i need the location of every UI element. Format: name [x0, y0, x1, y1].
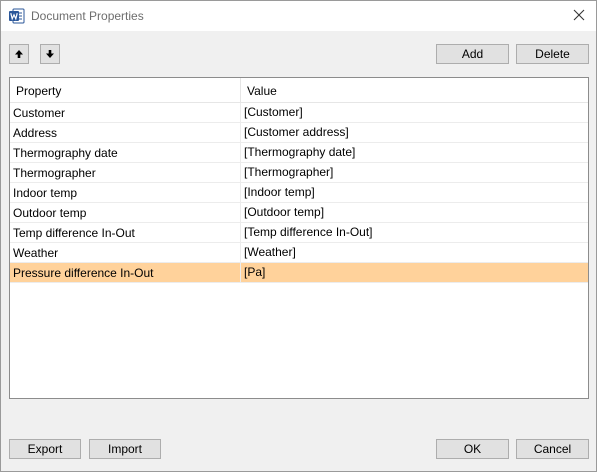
value-cell[interactable]: [Customer address] — [244, 125, 349, 139]
table-row[interactable]: Customer [Customer] — [10, 103, 588, 123]
value-cell[interactable]: [Weather] — [244, 245, 296, 259]
property-cell[interactable]: Customer — [13, 106, 65, 120]
cell-divider — [240, 243, 241, 262]
property-cell[interactable]: Indoor temp — [13, 186, 77, 200]
document-properties-dialog: Document Properties Add Delete Property … — [0, 0, 597, 472]
table-row[interactable]: Weather [Weather] — [10, 243, 588, 263]
table-row[interactable]: Outdoor temp [Outdoor temp] — [10, 203, 588, 223]
ok-button[interactable]: OK — [436, 439, 509, 459]
close-button[interactable] — [562, 1, 596, 31]
grid-header: Property Value — [10, 78, 588, 103]
export-button[interactable]: Export — [9, 439, 81, 459]
cancel-button[interactable]: Cancel — [516, 439, 589, 459]
column-divider[interactable] — [240, 78, 241, 102]
grid-rows: Customer [Customer] Address [Customer addre… — [10, 103, 588, 283]
properties-grid: Property Value Customer [Customer] Address… — [9, 77, 589, 399]
table-row[interactable]: Address [Customer address] — [10, 123, 588, 143]
column-header-value[interactable]: Value — [247, 84, 277, 98]
move-up-button[interactable] — [9, 44, 29, 64]
cell-divider — [240, 143, 241, 162]
cell-divider — [240, 183, 241, 202]
cell-divider — [240, 263, 241, 282]
table-row[interactable]: Pressure difference In-Out [Pa] — [10, 263, 588, 283]
move-down-button[interactable] — [40, 44, 60, 64]
cell-divider — [240, 223, 241, 242]
window-title: Document Properties — [31, 9, 144, 23]
value-cell[interactable]: [Outdoor temp] — [244, 205, 324, 219]
value-cell[interactable]: [Thermography date] — [244, 145, 355, 159]
property-cell[interactable]: Pressure difference In-Out — [13, 266, 154, 280]
property-cell[interactable]: Thermography date — [13, 146, 118, 160]
property-cell[interactable]: Weather — [13, 246, 58, 260]
property-cell[interactable]: Thermographer — [13, 166, 96, 180]
arrow-up-icon — [14, 49, 24, 59]
cell-divider — [240, 123, 241, 142]
import-button[interactable]: Import — [89, 439, 161, 459]
cell-divider — [240, 163, 241, 182]
value-cell[interactable]: [Indoor temp] — [244, 185, 315, 199]
table-row[interactable]: Thermographer [Thermographer] — [10, 163, 588, 183]
column-header-property[interactable]: Property — [16, 84, 61, 98]
add-button[interactable]: Add — [436, 44, 509, 64]
table-row[interactable]: Thermography date [Thermography date] — [10, 143, 588, 163]
value-cell[interactable]: [Temp difference In-Out] — [244, 225, 373, 239]
property-cell[interactable]: Temp difference In-Out — [13, 226, 135, 240]
close-icon — [573, 9, 585, 24]
value-cell[interactable]: [Thermographer] — [244, 165, 333, 179]
cell-divider — [240, 103, 241, 122]
table-row[interactable]: Temp difference In-Out [Temp difference I… — [10, 223, 588, 243]
property-cell[interactable]: Address — [13, 126, 57, 140]
table-row[interactable]: Indoor temp [Indoor temp] — [10, 183, 588, 203]
cell-divider — [240, 203, 241, 222]
title-bar: Document Properties — [1, 1, 596, 31]
property-cell[interactable]: Outdoor temp — [13, 206, 86, 220]
word-icon — [9, 8, 25, 24]
value-cell[interactable]: [Customer] — [244, 105, 303, 119]
arrow-down-icon — [45, 49, 55, 59]
delete-button[interactable]: Delete — [516, 44, 589, 64]
value-cell[interactable]: [Pa] — [244, 265, 265, 279]
